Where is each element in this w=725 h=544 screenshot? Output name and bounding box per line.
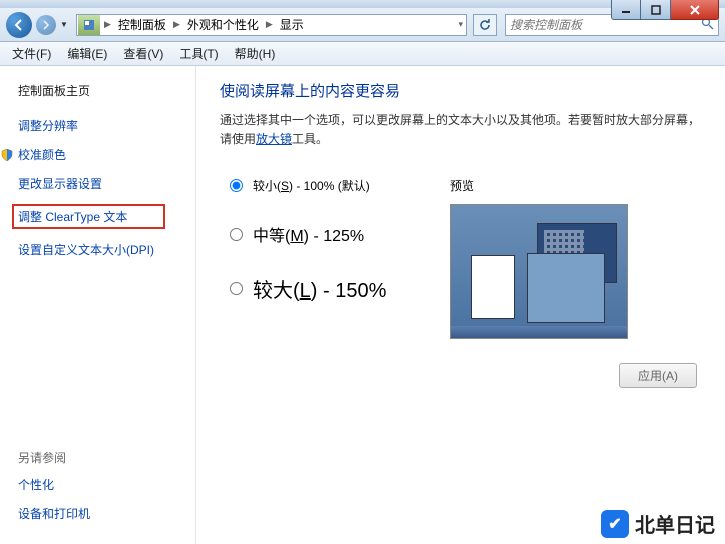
menu-view[interactable]: 查看(V) (115, 42, 171, 65)
size-label: 中等(M) - 125% (253, 222, 364, 246)
menu-tools[interactable]: 工具(T) (171, 42, 226, 65)
breadcrumb[interactable]: ▶ 控制面板 ▶ 外观和个性化 ▶ 显示 ▾ (76, 14, 467, 36)
nav-forward-button[interactable] (36, 15, 56, 35)
nav-back-button[interactable] (6, 12, 32, 38)
breadcrumb-segment[interactable]: 外观和个性化 (183, 16, 263, 33)
menu-help[interactable]: 帮助(H) (227, 42, 284, 65)
sidebar-seealso-personalization[interactable]: 个性化 (18, 476, 185, 493)
sidebar-home-link[interactable]: 控制面板主页 (18, 82, 185, 99)
menu-edit[interactable]: 编辑(E) (59, 42, 115, 65)
preview-image (450, 204, 628, 339)
sidebar-item-label: 校准颜色 (18, 146, 66, 163)
sidebar-item-custom-dpi[interactable]: 设置自定义文本大小(DPI) (18, 241, 185, 258)
sidebar-item-calibrate-color[interactable]: 校准颜色 (18, 146, 185, 163)
menu-file[interactable]: 文件(F) (4, 42, 59, 65)
menu-bar: 文件(F) 编辑(E) 查看(V) 工具(T) 帮助(H) (0, 42, 725, 66)
sidebar-item-label: 更改显示器设置 (18, 175, 102, 192)
sidebar-item-label: 调整 ClearType 文本 (18, 208, 127, 225)
chevron-right-icon: ▶ (263, 19, 276, 30)
sidebar-item-cleartype[interactable]: 调整 ClearType 文本 (12, 204, 165, 229)
control-panel-icon (78, 15, 100, 35)
chevron-right-icon: ▶ (170, 19, 183, 30)
sidebar-item-label: 调整分辨率 (18, 117, 78, 134)
chevron-right-icon: ▶ (101, 19, 114, 30)
minimize-button[interactable] (611, 0, 641, 20)
refresh-button[interactable] (473, 14, 497, 36)
page-description: 通过选择其中一个选项，可以更改屏幕上的文本大小以及其他项。若要暂时放大部分屏幕，… (220, 111, 707, 149)
size-option-small[interactable]: 较小(S) - 100% (默认) (220, 177, 450, 194)
sidebar-item-display-settings[interactable]: 更改显示器设置 (18, 175, 185, 192)
size-label: 较大(L) - 150% (253, 274, 386, 303)
preview-label: 预览 (450, 177, 707, 194)
apply-button[interactable]: 应用(A) (619, 363, 697, 388)
size-radio-small[interactable] (230, 179, 243, 192)
maximize-button[interactable] (641, 0, 671, 20)
watermark-icon: ✔ (601, 510, 629, 538)
size-label: 较小(S) - 100% (默认) (253, 177, 370, 194)
sidebar-item-label: 个性化 (18, 476, 54, 493)
sidebar-item-resolution[interactable]: 调整分辨率 (18, 117, 185, 134)
shield-icon (0, 148, 14, 162)
chevron-down-icon[interactable]: ▾ (455, 19, 466, 30)
page-title: 使阅读屏幕上的内容更容易 (220, 80, 707, 101)
size-option-large[interactable]: 较大(L) - 150% (220, 274, 450, 303)
size-radio-large[interactable] (230, 282, 243, 295)
seealso-header: 另请参阅 (18, 449, 185, 466)
close-button[interactable] (671, 0, 719, 20)
magnifier-link[interactable]: 放大镜 (256, 132, 292, 146)
watermark-text: 北单日记 (635, 509, 715, 538)
size-radio-medium[interactable] (230, 228, 243, 241)
sidebar-item-label: 设置自定义文本大小(DPI) (18, 241, 154, 258)
watermark: ✔ 北单日记 (601, 509, 715, 538)
sidebar-item-label: 设备和打印机 (18, 505, 90, 522)
size-option-medium[interactable]: 中等(M) - 125% (220, 222, 450, 246)
breadcrumb-segment[interactable]: 控制面板 (114, 16, 170, 33)
sidebar-seealso-devices[interactable]: 设备和打印机 (18, 505, 185, 522)
breadcrumb-segment[interactable]: 显示 (276, 16, 308, 33)
nav-history-dropdown[interactable]: ▼ (60, 20, 72, 29)
